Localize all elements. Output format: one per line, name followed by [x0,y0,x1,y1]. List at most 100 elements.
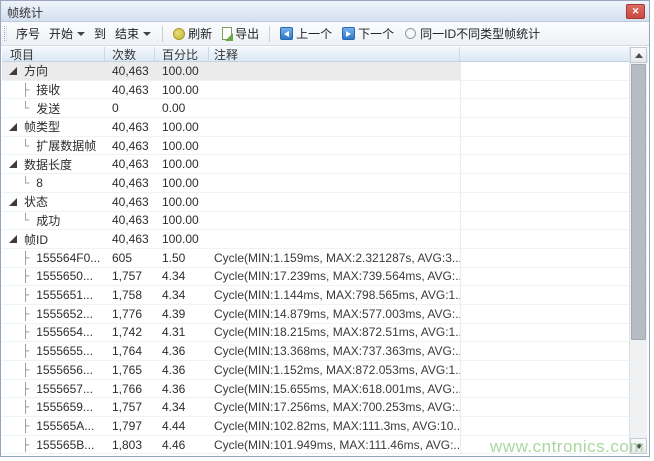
item-label: 1555657... [36,382,93,396]
scroll-up-button[interactable] [630,47,647,63]
percent-cell: 4.34 [155,398,209,416]
table-row[interactable]: ├155564F0...6051.50Cycle(MIN:1.159ms, MA… [2,249,648,268]
serial-number-label: 序号 [16,25,40,42]
table-row[interactable]: ├1555651...1,7584.34Cycle(MIN:1.144ms, M… [2,286,648,305]
item-cell: ├ 1555652... [2,305,105,323]
item-cell: 帧ID [2,230,105,248]
item-label: 帧ID [24,231,48,248]
tree-expanded-icon[interactable] [9,123,17,131]
table-row[interactable]: 数据长度40,463100.00 [2,155,648,174]
scroll-down-button[interactable] [630,438,647,454]
scrollbar-thumb[interactable] [631,64,646,340]
previous-button[interactable]: 上一个 [278,24,334,43]
table-row[interactable]: ├1555655...1,7644.36Cycle(MIN:13.368ms, … [2,342,648,361]
window-title: 帧统计 [7,4,43,21]
table-row[interactable]: ├1555659...1,7574.34Cycle(MIN:17.256ms, … [2,398,648,417]
table-row[interactable]: ├接收40,463100.00 [2,81,648,100]
start-dropdown[interactable]: 开始 [46,24,88,43]
table-row[interactable]: 帧类型40,463100.00 [2,118,648,137]
item-label: 扩展数据帧 [36,137,96,154]
end-dropdown[interactable]: 结束 [112,24,154,43]
refresh-button[interactable]: 刷新 [171,24,214,43]
table-row[interactable]: 状态40,463100.00 [2,193,648,212]
item-cell: 数据长度 [2,155,105,173]
tree-expanded-icon[interactable] [9,67,17,75]
item-label: 1555659... [36,400,93,414]
percent-cell: 100.00 [155,212,209,230]
tree-branch-icon: ├ [22,345,29,357]
percent-cell: 100.00 [155,81,209,99]
next-button[interactable]: 下一个 [340,24,396,43]
item-label: 接收 [36,81,60,98]
item-label: 帧类型 [24,118,60,135]
count-cell: 40,463 [105,155,155,173]
percent-cell: 100.00 [155,174,209,192]
percent-cell: 4.31 [155,324,209,342]
table-row[interactable]: └发送00.00 [2,99,648,118]
count-cell: 1,764 [105,342,155,360]
toolbar-grip-handle[interactable] [4,26,7,41]
item-cell: ├1555657... [2,380,105,398]
percent-cell: 100.00 [155,155,209,173]
count-cell: 40,463 [105,118,155,136]
tree-branch-icon: └ [22,177,29,189]
item-cell: ├1555656... [2,361,105,379]
tree-branch-icon: ├ [22,401,29,413]
tree-branch-icon: ├ [22,308,29,320]
toolbar: 序号 开始 到 结束 刷新 导出 上一个 下一个 同一ID不 [1,22,649,46]
table-row[interactable]: └840,463100.00 [2,174,648,193]
export-button[interactable]: 导出 [220,24,261,43]
item-label: 1555655... [36,344,93,358]
table-row[interactable]: └成功40,463100.00 [2,212,648,231]
comment-cell [209,155,460,173]
vertical-scrollbar[interactable] [629,47,647,454]
count-cell: 1,742 [105,324,155,342]
percent-cell: 100.00 [155,230,209,248]
export-icon [222,27,232,40]
comment-cell: Cycle(MIN:18.215ms, MAX:872.51ms, AVG:1.… [209,324,460,342]
tree-expanded-icon[interactable] [9,198,17,206]
table-row[interactable]: ├1555652...1,7764.39Cycle(MIN:14.879ms, … [2,305,648,324]
table-row[interactable]: ├1555657...1,7664.36Cycle(MIN:15.655ms, … [2,380,648,399]
titlebar[interactable]: 帧统计 ✕ [1,1,649,22]
table-row[interactable]: 方向40,463100.00 [2,62,648,81]
table-row[interactable]: ├1555650...1,7574.34Cycle(MIN:17.239ms, … [2,268,648,287]
column-header-comment[interactable]: 注释 [209,47,460,61]
tree-branch-icon: └ [22,214,29,226]
column-header-item[interactable]: 项目 [2,47,105,61]
column-header-percent[interactable]: 百分比 [155,47,209,61]
count-cell: 1,758 [105,286,155,304]
item-cell: 帧类型 [2,118,105,136]
comment-cell: Cycle(MIN:101.949ms, MAX:111.46ms, AVG:.… [209,436,460,454]
tree-expanded-icon[interactable] [9,160,17,168]
column-header-count[interactable]: 次数 [105,47,155,61]
toolbar-separator [162,26,163,42]
table-row[interactable]: 帧ID 40,463100.00 [2,230,648,249]
count-cell: 40,463 [105,81,155,99]
count-cell: 1,766 [105,380,155,398]
table-row[interactable]: ├155565B...1,8034.46Cycle(MIN:101.949ms,… [2,436,648,455]
count-cell: 1,765 [105,361,155,379]
table-row[interactable]: ├1555656...1,7654.36Cycle(MIN:1.152ms, M… [2,361,648,380]
percent-cell: 4.44 [155,417,209,435]
table-row[interactable]: ├155565A...1,7974.44Cycle(MIN:102.82ms, … [2,417,648,436]
table-row[interactable]: ├1555654...1,7424.31Cycle(MIN:18.215ms, … [2,324,648,343]
close-button[interactable]: ✕ [626,4,645,19]
item-label: 1555652... [36,307,93,321]
start-dropdown-label: 开始 [49,25,73,42]
tree-branch-icon: ├ [22,326,29,338]
count-cell: 40,463 [105,230,155,248]
percent-cell: 100.00 [155,193,209,211]
same-id-radio[interactable]: 同一ID不同类型帧统计 [405,25,540,42]
table-row[interactable]: └扩展数据帧40,463100.00 [2,137,648,156]
comment-cell: Cycle(MIN:13.368ms, MAX:737.363ms, AVG:.… [209,342,460,360]
count-cell: 40,463 [105,212,155,230]
percent-cell: 0.00 [155,99,209,117]
tree-branch-icon: ├ [22,270,29,282]
tree-expanded-icon[interactable] [9,235,17,243]
item-label: 1555650... [36,269,93,283]
next-button-label: 下一个 [358,25,394,42]
table-header: 项目 次数 百分比 注释 [2,47,648,62]
to-label: 到 [94,25,106,42]
radio-icon [405,28,416,39]
